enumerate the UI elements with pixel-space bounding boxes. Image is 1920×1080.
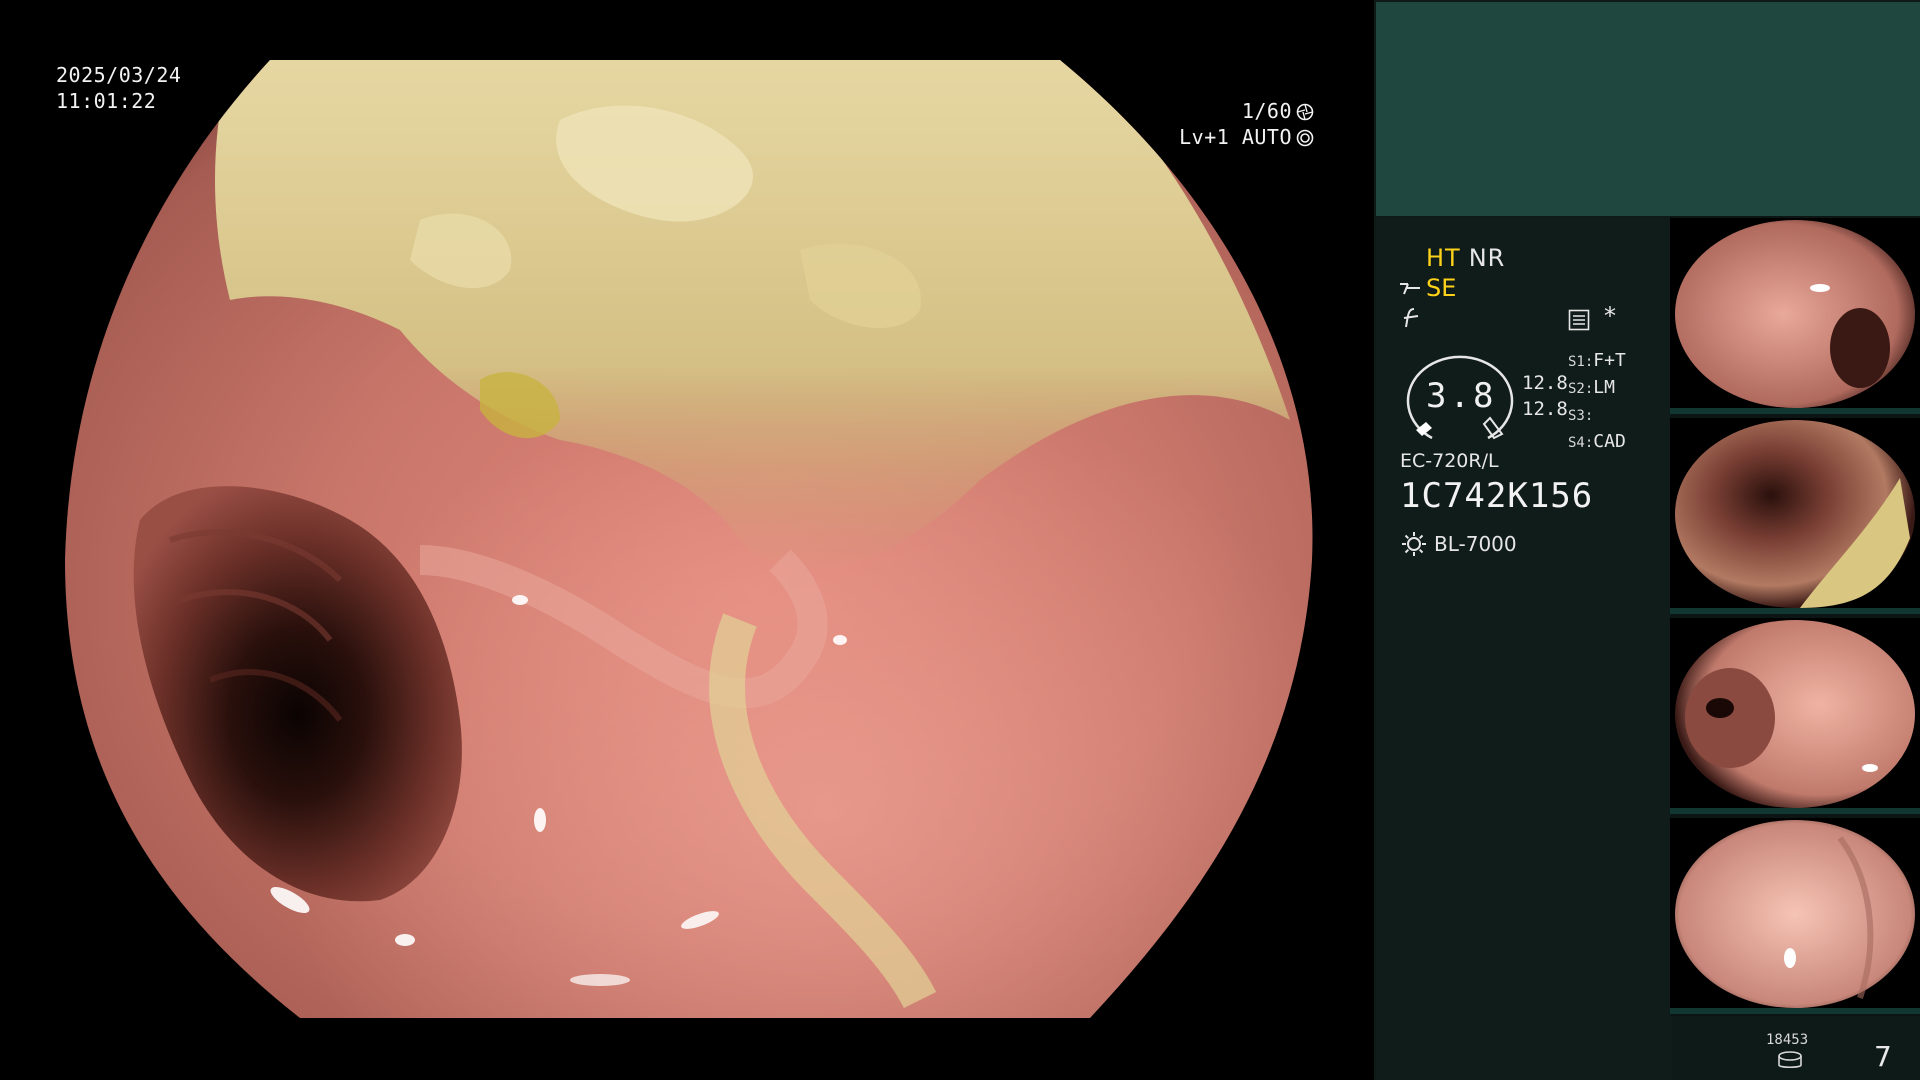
endoscope-view-area: 2025/03/24 11:01:22 1/60 Lv+1 AUTO <box>0 0 1374 1080</box>
time-text: 11:01:22 <box>56 89 157 113</box>
slot-s3: S3: <box>1568 408 1594 424</box>
slot-s1: S1:F+T <box>1568 350 1626 371</box>
value-top: 12.8 <box>1522 372 1568 394</box>
shutter-speed-text: 1/60 <box>1241 99 1292 123</box>
date-time-readout: 2025/03/24 11:01:22 <box>56 62 181 114</box>
light-source-text: BL-7000 <box>1434 532 1517 556</box>
info-panel: HT NR SE * 3.8 12.8 12.8 S1:F+T S2:LM S3:… <box>1374 0 1920 1080</box>
thumbnail-2[interactable] <box>1670 418 1920 614</box>
thumbnail-2-bar <box>1670 608 1920 614</box>
date-text: 2025/03/24 <box>56 63 182 87</box>
thumbnail-2-image <box>1670 418 1920 614</box>
thumbnail-4-bar <box>1670 1008 1920 1014</box>
storage-disk-icon <box>1778 1051 1802 1069</box>
page-number-text: 7 <box>1874 1040 1892 1073</box>
ht-mode-label: HT <box>1426 244 1461 272</box>
freeze-icon <box>1403 308 1419 328</box>
switch-slots: S1:F+T S2:LM S3: S4:CAD <box>1568 348 1626 456</box>
thumbnail-3[interactable] <box>1670 618 1920 814</box>
thumbnail-1[interactable] <box>1670 218 1920 414</box>
light-source-row: BL-7000 <box>1400 530 1517 558</box>
se-mode-row: SE <box>1398 274 1456 302</box>
enhancement-icon <box>1400 283 1420 295</box>
scope-serial-text: 1C742K156 <box>1400 476 1594 516</box>
thumbnail-3-bar <box>1670 808 1920 814</box>
thumbnail-3-image <box>1670 618 1920 814</box>
nr-mode-label: NR <box>1468 244 1506 272</box>
thumbnail-4-image <box>1670 818 1920 1014</box>
scope-model-text: EC-720R/L <box>1400 450 1499 472</box>
level-text: Lv+1 <box>1179 125 1230 149</box>
thumbnail-1-bar <box>1670 408 1920 414</box>
slot-s4: S4:CAD <box>1568 431 1626 452</box>
value-bottom: 12.8 <box>1522 398 1568 420</box>
panel-header-area <box>1376 2 1920 216</box>
slot-s2: S2:LM <box>1568 377 1615 398</box>
capture-thumbnails <box>1670 216 1920 1016</box>
iris-icon <box>1296 129 1314 147</box>
iris-mode-text: AUTO <box>1241 125 1292 149</box>
exposure-readout: 1/60 Lv+1 AUTO <box>1179 98 1314 150</box>
zoom-value: 3.8 <box>1426 376 1497 416</box>
thumbnail-1-image <box>1670 218 1920 414</box>
light-source-icon <box>1402 532 1426 556</box>
star-marker: * <box>1604 302 1616 330</box>
settings-info: HT NR SE * 3.8 12.8 12.8 S1:F+T S2:LM S3:… <box>1376 218 1672 1080</box>
image-mode-row: HT NR <box>1426 244 1505 272</box>
capture-count-text: 18453 <box>1766 1032 1809 1048</box>
aperture-icon <box>1296 103 1314 121</box>
settings-list-icon <box>1568 309 1590 331</box>
se-mode-label: SE <box>1426 274 1457 302</box>
capture-counter: 18453 7 <box>1374 1018 1920 1080</box>
magnification-values: 12.8 12.8 <box>1522 370 1568 422</box>
thumbnail-4[interactable] <box>1670 818 1920 1014</box>
endoscope-image <box>65 60 1313 1018</box>
